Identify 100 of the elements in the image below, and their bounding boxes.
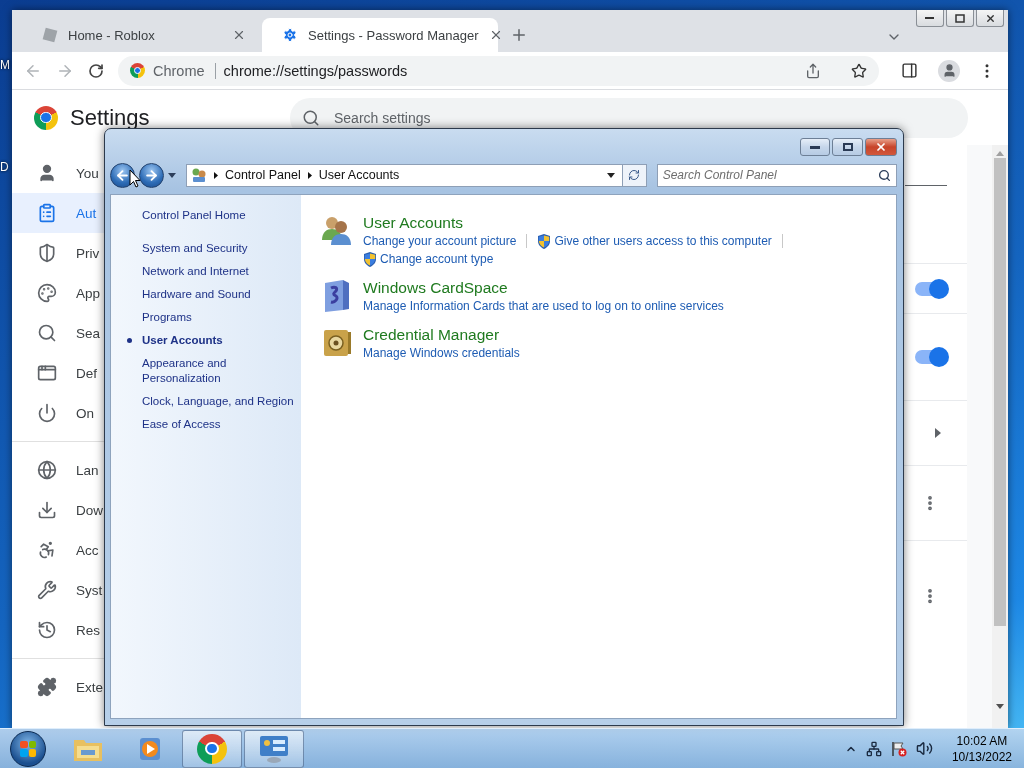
side-panel-icon[interactable] bbox=[901, 62, 918, 79]
category-title[interactable]: Credential Manager bbox=[363, 326, 520, 344]
search-icon bbox=[302, 108, 320, 127]
sidebar-item[interactable]: Priv bbox=[12, 233, 104, 273]
minimize-icon bbox=[925, 16, 935, 20]
media-player-icon bbox=[137, 735, 163, 762]
control-panel-icon bbox=[258, 733, 290, 764]
desktop-icon-label: M bbox=[0, 58, 10, 72]
breadcrumb-item[interactable]: Control Panel bbox=[224, 168, 301, 182]
nav-link[interactable]: Hardware and Sound bbox=[127, 283, 301, 306]
sidebar-item[interactable]: Res bbox=[12, 610, 104, 650]
nav-link[interactable]: Ease of Access bbox=[127, 413, 301, 436]
share-icon[interactable] bbox=[805, 62, 821, 79]
minimize-button[interactable] bbox=[916, 10, 944, 27]
close-button[interactable] bbox=[865, 138, 897, 156]
caret-right-icon bbox=[307, 171, 312, 179]
gear-icon bbox=[282, 27, 298, 43]
scrollbar[interactable] bbox=[992, 145, 1008, 728]
star-icon[interactable] bbox=[851, 62, 867, 79]
search-field[interactable]: Search Control Panel bbox=[656, 163, 897, 187]
sidebar-item[interactable]: You bbox=[12, 153, 104, 193]
nav-link[interactable]: Programs bbox=[127, 306, 301, 329]
wrench-icon bbox=[37, 580, 57, 600]
chrome-logo-icon bbox=[130, 63, 145, 78]
sidebar-item[interactable]: Lan bbox=[12, 450, 104, 490]
maximize-button[interactable] bbox=[832, 138, 863, 156]
refresh-button[interactable] bbox=[621, 164, 646, 186]
new-tab-icon[interactable] bbox=[510, 26, 528, 44]
close-icon bbox=[984, 12, 996, 24]
profile-icon[interactable] bbox=[938, 59, 960, 82]
search-icon bbox=[878, 168, 891, 182]
chrome-logo-icon bbox=[34, 105, 58, 130]
caret-right-icon bbox=[213, 171, 218, 179]
caret-right-icon[interactable] bbox=[935, 428, 941, 438]
task-link[interactable]: Change your account picture bbox=[363, 232, 517, 250]
control-panel-icon bbox=[190, 167, 207, 183]
scrollbar-thumb[interactable] bbox=[994, 158, 1006, 626]
minimize-button[interactable] bbox=[800, 138, 830, 156]
refresh-icon bbox=[628, 169, 641, 181]
arrow-right-icon bbox=[144, 167, 159, 183]
taskbar-button[interactable] bbox=[182, 729, 242, 768]
volume-icon[interactable] bbox=[915, 740, 933, 757]
breadcrumb-item[interactable]: User Accounts bbox=[318, 168, 400, 182]
sidebar-item[interactable]: Dow bbox=[12, 490, 104, 530]
restore-button[interactable] bbox=[946, 10, 974, 27]
download-icon bbox=[37, 500, 57, 520]
nav-link[interactable]: User Accounts bbox=[127, 329, 301, 352]
shield-icon bbox=[37, 243, 57, 263]
task-link[interactable]: Manage Information Cards that are used to log on to online services bbox=[363, 297, 724, 315]
sidebar-item[interactable]: Syst bbox=[12, 570, 104, 610]
sidebar-item[interactable]: Exte bbox=[12, 667, 104, 707]
nav-link[interactable]: System and Security bbox=[127, 237, 301, 260]
minimize-icon bbox=[810, 145, 820, 149]
task-link[interactable]: Change account type bbox=[380, 250, 494, 268]
close-icon[interactable] bbox=[232, 28, 246, 42]
chrome-logo-icon bbox=[197, 733, 227, 764]
sidebar-item[interactable]: App bbox=[12, 273, 104, 313]
reload-icon[interactable] bbox=[88, 62, 104, 79]
tab-title: Home - Roblox bbox=[68, 27, 156, 43]
restore-icon bbox=[955, 13, 965, 23]
sidebar-item[interactable]: On bbox=[12, 393, 104, 433]
maximize-icon bbox=[842, 143, 853, 151]
browser-tab[interactable]: Home - Roblox bbox=[22, 18, 258, 52]
task-link[interactable]: Manage Windows credentials bbox=[363, 344, 520, 362]
nav-link[interactable]: Control Panel Home bbox=[127, 204, 301, 227]
clock[interactable]: 10:02 AM 10/13/2022 bbox=[951, 732, 1012, 765]
url-text: chrome://settings/passwords bbox=[223, 62, 409, 79]
page-title: Settings bbox=[70, 104, 150, 131]
taskbar-button[interactable] bbox=[244, 729, 304, 768]
cursor-icon bbox=[129, 169, 141, 188]
sidebar-item[interactable]: Sea bbox=[12, 313, 104, 353]
power-icon bbox=[37, 403, 57, 423]
caret-down-icon[interactable] bbox=[168, 172, 176, 178]
address-field[interactable]: Control Panel User Accounts bbox=[185, 163, 647, 187]
start-button[interactable] bbox=[10, 730, 46, 767]
forward-button[interactable] bbox=[139, 162, 164, 188]
caret-down-icon[interactable] bbox=[606, 172, 615, 178]
nav-link[interactable]: Network and Internet bbox=[127, 260, 301, 283]
address-bar[interactable]: Chrome chrome://settings/passwords bbox=[118, 55, 879, 86]
sidebar-item[interactable]: Def bbox=[12, 353, 104, 393]
search-icon bbox=[37, 323, 57, 343]
scroll-down-icon[interactable] bbox=[996, 704, 1004, 710]
desktop-icon-label: D bbox=[0, 160, 9, 174]
close-button[interactable] bbox=[976, 10, 1004, 27]
history-icon bbox=[37, 620, 57, 640]
window-icon bbox=[37, 363, 57, 383]
globe-icon bbox=[37, 460, 57, 480]
palette-icon bbox=[37, 283, 57, 303]
category-title[interactable]: Windows CardSpace bbox=[363, 279, 724, 297]
browser-tab[interactable]: Settings - Password Manager bbox=[262, 18, 498, 52]
sidebar-item[interactable]: Aut bbox=[12, 193, 104, 233]
person-icon bbox=[37, 163, 57, 183]
sidebar-item[interactable]: Acc bbox=[12, 530, 104, 570]
flag-icon[interactable] bbox=[890, 740, 907, 757]
close-icon bbox=[875, 141, 887, 153]
task-link[interactable]: Give other users access to this computer bbox=[554, 232, 772, 250]
category-title[interactable]: User Accounts bbox=[363, 214, 833, 232]
nav-link[interactable]: Clock, Language, and Region bbox=[127, 390, 301, 413]
network-icon[interactable] bbox=[865, 740, 882, 757]
nav-link[interactable]: Appearance and Personalization bbox=[127, 352, 301, 390]
